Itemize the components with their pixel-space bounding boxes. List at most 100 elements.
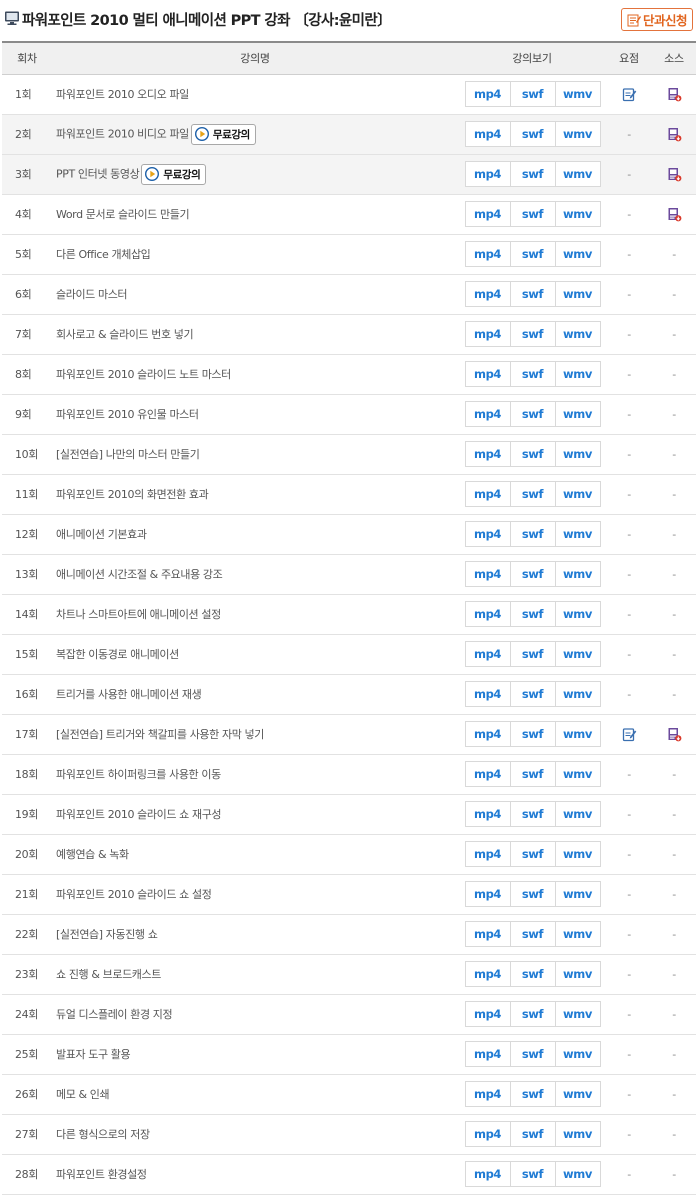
view-swf-button[interactable]: swf bbox=[509, 921, 556, 947]
view-swf-button[interactable]: swf bbox=[509, 121, 556, 147]
view-swf-button[interactable]: swf bbox=[509, 1121, 556, 1147]
view-swf-button[interactable]: swf bbox=[509, 321, 556, 347]
view-wmv-button[interactable]: wmv bbox=[554, 81, 601, 107]
view-wmv-button[interactable]: wmv bbox=[554, 1001, 601, 1027]
view-swf-button[interactable]: swf bbox=[509, 881, 556, 907]
view-wmv-button[interactable]: wmv bbox=[554, 441, 601, 467]
view-mp4-button[interactable]: mp4 bbox=[464, 681, 511, 707]
source-download-icon[interactable] bbox=[667, 207, 682, 222]
view-swf-button[interactable]: swf bbox=[509, 401, 556, 427]
view-links-cell: mp4 swf wmv bbox=[458, 794, 606, 834]
view-wmv-button[interactable]: wmv bbox=[554, 121, 601, 147]
view-wmv-button[interactable]: wmv bbox=[554, 281, 601, 307]
view-swf-button[interactable]: swf bbox=[509, 601, 556, 627]
view-mp4-button[interactable]: mp4 bbox=[464, 921, 511, 947]
view-mp4-button[interactable]: mp4 bbox=[464, 81, 511, 107]
view-mp4-button[interactable]: mp4 bbox=[464, 561, 511, 587]
summary-note-icon[interactable] bbox=[622, 727, 637, 742]
view-mp4-button[interactable]: mp4 bbox=[464, 801, 511, 827]
view-wmv-button[interactable]: wmv bbox=[554, 761, 601, 787]
view-wmv-button[interactable]: wmv bbox=[554, 481, 601, 507]
summary-cell: - bbox=[606, 994, 652, 1034]
view-wmv-button[interactable]: wmv bbox=[554, 881, 601, 907]
view-swf-button[interactable]: swf bbox=[509, 801, 556, 827]
view-wmv-button[interactable]: wmv bbox=[554, 201, 601, 227]
view-wmv-button[interactable]: wmv bbox=[554, 1081, 601, 1107]
view-swf-button[interactable]: swf bbox=[509, 841, 556, 867]
view-mp4-button[interactable]: mp4 bbox=[464, 521, 511, 547]
source-download-icon[interactable] bbox=[667, 127, 682, 142]
lecture-title-cell: 쇼 진행 & 브로드캐스트 bbox=[52, 954, 458, 994]
view-mp4-button[interactable]: mp4 bbox=[464, 281, 511, 307]
view-wmv-button[interactable]: wmv bbox=[554, 921, 601, 947]
view-mp4-button[interactable]: mp4 bbox=[464, 241, 511, 267]
view-mp4-button[interactable]: mp4 bbox=[464, 401, 511, 427]
view-wmv-button[interactable]: wmv bbox=[554, 521, 601, 547]
free-lecture-button[interactable]: 무료강의 bbox=[190, 123, 256, 145]
view-wmv-button[interactable]: wmv bbox=[554, 241, 601, 267]
view-mp4-button[interactable]: mp4 bbox=[464, 481, 511, 507]
view-wmv-button[interactable]: wmv bbox=[554, 641, 601, 667]
view-swf-button[interactable]: swf bbox=[509, 81, 556, 107]
view-swf-button[interactable]: swf bbox=[509, 441, 556, 467]
view-wmv-button[interactable]: wmv bbox=[554, 1161, 601, 1187]
source-download-icon[interactable] bbox=[667, 727, 682, 742]
view-mp4-button[interactable]: mp4 bbox=[464, 201, 511, 227]
view-swf-button[interactable]: swf bbox=[509, 241, 556, 267]
view-wmv-button[interactable]: wmv bbox=[554, 321, 601, 347]
view-mp4-button[interactable]: mp4 bbox=[464, 1041, 511, 1067]
view-swf-button[interactable]: swf bbox=[509, 281, 556, 307]
free-lecture-button[interactable]: 무료강의 bbox=[141, 163, 207, 185]
view-mp4-button[interactable]: mp4 bbox=[464, 721, 511, 747]
view-wmv-button[interactable]: wmv bbox=[554, 681, 601, 707]
view-swf-button[interactable]: swf bbox=[509, 1001, 556, 1027]
view-mp4-button[interactable]: mp4 bbox=[464, 761, 511, 787]
view-mp4-button[interactable]: mp4 bbox=[464, 161, 511, 187]
view-swf-button[interactable]: swf bbox=[509, 521, 556, 547]
view-mp4-button[interactable]: mp4 bbox=[464, 441, 511, 467]
summary-note-icon[interactable] bbox=[622, 87, 637, 102]
view-mp4-button[interactable]: mp4 bbox=[464, 961, 511, 987]
view-mp4-button[interactable]: mp4 bbox=[464, 1161, 511, 1187]
view-wmv-button[interactable]: wmv bbox=[554, 721, 601, 747]
view-mp4-button[interactable]: mp4 bbox=[464, 601, 511, 627]
view-mp4-button[interactable]: mp4 bbox=[464, 1081, 511, 1107]
view-swf-button[interactable]: swf bbox=[509, 641, 556, 667]
view-mp4-button[interactable]: mp4 bbox=[464, 121, 511, 147]
view-wmv-button[interactable]: wmv bbox=[554, 561, 601, 587]
view-wmv-button[interactable]: wmv bbox=[554, 161, 601, 187]
view-wmv-button[interactable]: wmv bbox=[554, 841, 601, 867]
summary-cell: - bbox=[606, 634, 652, 674]
view-swf-button[interactable]: swf bbox=[509, 1161, 556, 1187]
summary-cell: - bbox=[606, 154, 652, 194]
view-wmv-button[interactable]: wmv bbox=[554, 961, 601, 987]
view-mp4-button[interactable]: mp4 bbox=[464, 1001, 511, 1027]
view-wmv-button[interactable]: wmv bbox=[554, 801, 601, 827]
view-mp4-button[interactable]: mp4 bbox=[464, 361, 511, 387]
view-wmv-button[interactable]: wmv bbox=[554, 401, 601, 427]
view-swf-button[interactable]: swf bbox=[509, 1081, 556, 1107]
view-swf-button[interactable]: swf bbox=[509, 761, 556, 787]
view-swf-button[interactable]: swf bbox=[509, 721, 556, 747]
view-mp4-button[interactable]: mp4 bbox=[464, 321, 511, 347]
view-mp4-button[interactable]: mp4 bbox=[464, 841, 511, 867]
view-swf-button[interactable]: swf bbox=[509, 961, 556, 987]
view-swf-button[interactable]: swf bbox=[509, 481, 556, 507]
view-swf-button[interactable]: swf bbox=[509, 1041, 556, 1067]
view-wmv-button[interactable]: wmv bbox=[554, 601, 601, 627]
lecture-number: 26회 bbox=[15, 1088, 38, 1101]
view-mp4-button[interactable]: mp4 bbox=[464, 1121, 511, 1147]
view-swf-button[interactable]: swf bbox=[509, 361, 556, 387]
view-swf-button[interactable]: swf bbox=[509, 681, 556, 707]
view-mp4-button[interactable]: mp4 bbox=[464, 641, 511, 667]
course-apply-button[interactable]: 단과신청 bbox=[621, 8, 693, 31]
view-swf-button[interactable]: swf bbox=[509, 561, 556, 587]
view-swf-button[interactable]: swf bbox=[509, 201, 556, 227]
view-wmv-button[interactable]: wmv bbox=[554, 1041, 601, 1067]
source-download-icon[interactable] bbox=[667, 87, 682, 102]
view-swf-button[interactable]: swf bbox=[509, 161, 556, 187]
view-wmv-button[interactable]: wmv bbox=[554, 361, 601, 387]
source-download-icon[interactable] bbox=[667, 167, 682, 182]
view-wmv-button[interactable]: wmv bbox=[554, 1121, 601, 1147]
view-mp4-button[interactable]: mp4 bbox=[464, 881, 511, 907]
